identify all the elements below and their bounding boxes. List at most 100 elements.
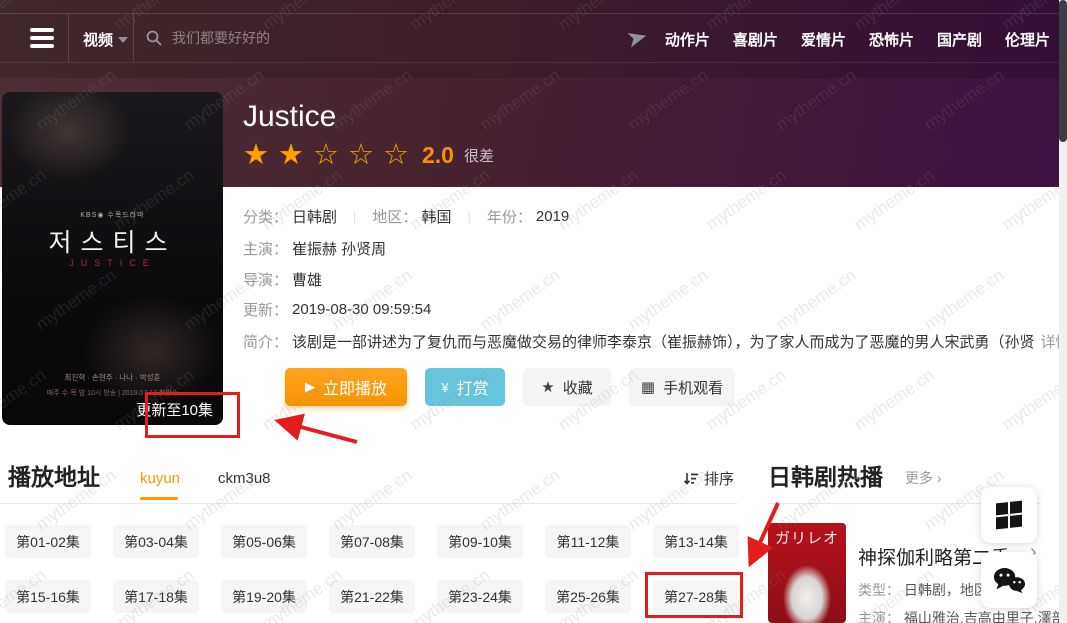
episode-button[interactable]: 第13-14集 [653, 525, 739, 558]
page: 视频 动作片 喜剧片 爱情片 恐怖片 国产剧 伦理片 KBS◉ 수목드라마 저스티스 JU… [0, 0, 1067, 623]
star-icon: ★ [541, 378, 554, 396]
sort-button[interactable]: 排序 [683, 468, 734, 489]
yuan-icon: ¥ [441, 380, 448, 395]
year-value[interactable]: 2019 [536, 208, 569, 225]
mobile-watch-label: 手机观看 [663, 377, 723, 398]
intro-label: 简介： [243, 331, 288, 352]
nav-category-link[interactable]: 国产剧 [937, 29, 982, 50]
related-show-thumbnail[interactable]: ガリレオ [768, 523, 846, 623]
star-filled-icon[interactable]: ★ [243, 141, 269, 170]
actors-value: 福山雅治,吉高由里子,澤部佑, [904, 610, 1067, 623]
wechat-icon [993, 567, 1025, 594]
reward-label: 打赏 [457, 375, 489, 399]
year-label: 年份： [487, 206, 532, 227]
meta-row-intro: 简介： 该剧是一部讲述为了复仇而与恶魔做交易的律师李泰京（崔振赫饰），为了家人而… [243, 331, 1067, 352]
meta-row-updated: 更新： 2019-08-30 09:59:54 [243, 299, 431, 320]
star-rating[interactable]: ★ ★ ☆ ☆ ☆ 2.0 很差 [243, 141, 494, 170]
scrollbar-thumb[interactable] [1059, 0, 1067, 142]
poster-network-line: KBS◉ 수목드라마 [2, 210, 223, 220]
qr-code-icon: ▦ [641, 378, 655, 396]
intro-text: 该剧是一部讲述为了复仇而与恶魔做交易的律师李泰京（崔振赫饰），为了家人而成为了恶… [292, 331, 1035, 352]
sidebar-title: 日韩剧热播 [768, 458, 883, 492]
episode-button[interactable]: 第03-04集 [113, 525, 199, 558]
play-label: 立即播放 [323, 375, 387, 399]
nav-category-link[interactable]: 恐怖片 [869, 29, 914, 50]
favorite-label: 收藏 [563, 377, 593, 398]
updated-label: 更新： [243, 299, 288, 320]
related-show-actors-row: 主演： 福山雅治,吉高由里子,澤部佑, [858, 608, 1067, 623]
wechat-share-button[interactable] [981, 552, 1037, 608]
region-value[interactable]: 韩国 [421, 206, 451, 227]
category-label: 分类： [243, 206, 288, 227]
action-buttons: ▶ 立即播放 ¥ 打赏 ★ 收藏 ▦ 手机观看 [285, 368, 735, 406]
episode-button[interactable]: 第17-18集 [113, 580, 199, 613]
meta-row-director: 导演： 曹雄 [243, 269, 322, 290]
star-filled-icon[interactable]: ★ [278, 141, 304, 170]
episode-button[interactable]: 第01-02集 [5, 525, 91, 558]
type-label: 类型： [858, 582, 900, 598]
tab-ckm3u8[interactable]: ckm3u8 [218, 470, 271, 487]
hamburger-menu-icon[interactable] [30, 28, 54, 48]
poster-english-title: JUSTICE [2, 258, 223, 268]
region-label: 地区： [372, 206, 417, 227]
active-tab-underline [140, 497, 178, 500]
episode-button[interactable]: 第25-26集 [545, 580, 631, 613]
category-value[interactable]: 日韩剧 [292, 206, 337, 227]
director-value[interactable]: 曹雄 [292, 269, 322, 290]
search-icon [146, 30, 162, 46]
thumbnail-title-text: ガリレオ [768, 527, 846, 548]
channel-dropdown[interactable]: 视频 [83, 29, 113, 50]
reward-button[interactable]: ¥ 打赏 [425, 368, 505, 406]
tab-kuyun[interactable]: kuyun [140, 470, 180, 487]
play-now-button[interactable]: ▶ 立即播放 [285, 368, 407, 406]
updated-value: 2019-08-30 09:59:54 [292, 301, 431, 318]
search-input[interactable] [170, 29, 554, 47]
poster-korean-title: 저스티스 [2, 223, 223, 259]
sort-icon [683, 471, 699, 487]
page-title: Justice [243, 100, 336, 134]
chevron-down-icon [118, 37, 128, 43]
top-navbar: 视频 动作片 喜剧片 爱情片 恐怖片 国产剧 伦理片 [0, 0, 1067, 78]
episode-button[interactable]: 第21-22集 [329, 580, 415, 613]
play-icon: ▶ [305, 379, 315, 395]
navbar-divider [133, 13, 134, 62]
windows-icon [996, 501, 1022, 530]
mobile-watch-button[interactable]: ▦ 手机观看 [629, 368, 735, 406]
nav-category-link[interactable]: 喜剧片 [733, 29, 778, 50]
rating-value: 2.0 [422, 142, 454, 169]
annotation-box-update-badge [145, 392, 240, 438]
actors-value[interactable]: 崔振赫 孙贤周 [292, 238, 386, 259]
search-bar[interactable] [146, 24, 576, 52]
more-link[interactable]: 更多 › [905, 468, 942, 488]
meta-row-category: 分类： 日韩剧 | 地区： 韩国 | 年份： 2019 [243, 206, 569, 227]
annotation-box-episode-27-28 [645, 572, 743, 618]
episode-button[interactable]: 第23-24集 [437, 580, 523, 613]
star-empty-icon[interactable]: ☆ [313, 141, 339, 170]
category-nav: 动作片 喜剧片 爱情片 恐怖片 国产剧 伦理片 [660, 0, 1050, 78]
star-empty-icon[interactable]: ☆ [383, 141, 409, 170]
director-label: 导演： [243, 269, 288, 290]
episode-button[interactable]: 第07-08集 [329, 525, 415, 558]
divider [0, 503, 737, 504]
favorite-button[interactable]: ★ 收藏 [523, 368, 611, 406]
meta-row-actors: 主演： 崔振赫 孙贤周 [243, 238, 386, 259]
star-empty-icon[interactable]: ☆ [348, 141, 374, 170]
navbar-divider [68, 13, 69, 62]
nav-category-link[interactable]: 爱情片 [801, 29, 846, 50]
episode-button[interactable]: 第19-20集 [221, 580, 307, 613]
poster-credits: 최진혁 · 손현주 · 나나 · 박성훈 [2, 372, 223, 383]
rating-text: 很差 [464, 145, 494, 166]
nav-category-link[interactable]: 伦理片 [1005, 29, 1050, 50]
windows-share-button[interactable] [981, 487, 1037, 543]
episode-button[interactable]: 第11-12集 [545, 525, 631, 558]
meta-separator: | [353, 209, 356, 224]
meta-separator: | [467, 209, 470, 224]
paper-plane-icon[interactable] [625, 26, 652, 56]
nav-category-link[interactable]: 动作片 [665, 29, 710, 50]
episode-button[interactable]: 第09-10集 [437, 525, 523, 558]
episode-button[interactable]: 第15-16集 [5, 580, 91, 613]
movie-poster[interactable]: KBS◉ 수목드라마 저스티스 JUSTICE 최진혁 · 손현주 · 나나 ·… [2, 92, 223, 425]
sort-label: 排序 [704, 468, 734, 489]
episode-button[interactable]: 第05-06集 [221, 525, 307, 558]
actors-label: 主演： [243, 238, 288, 259]
